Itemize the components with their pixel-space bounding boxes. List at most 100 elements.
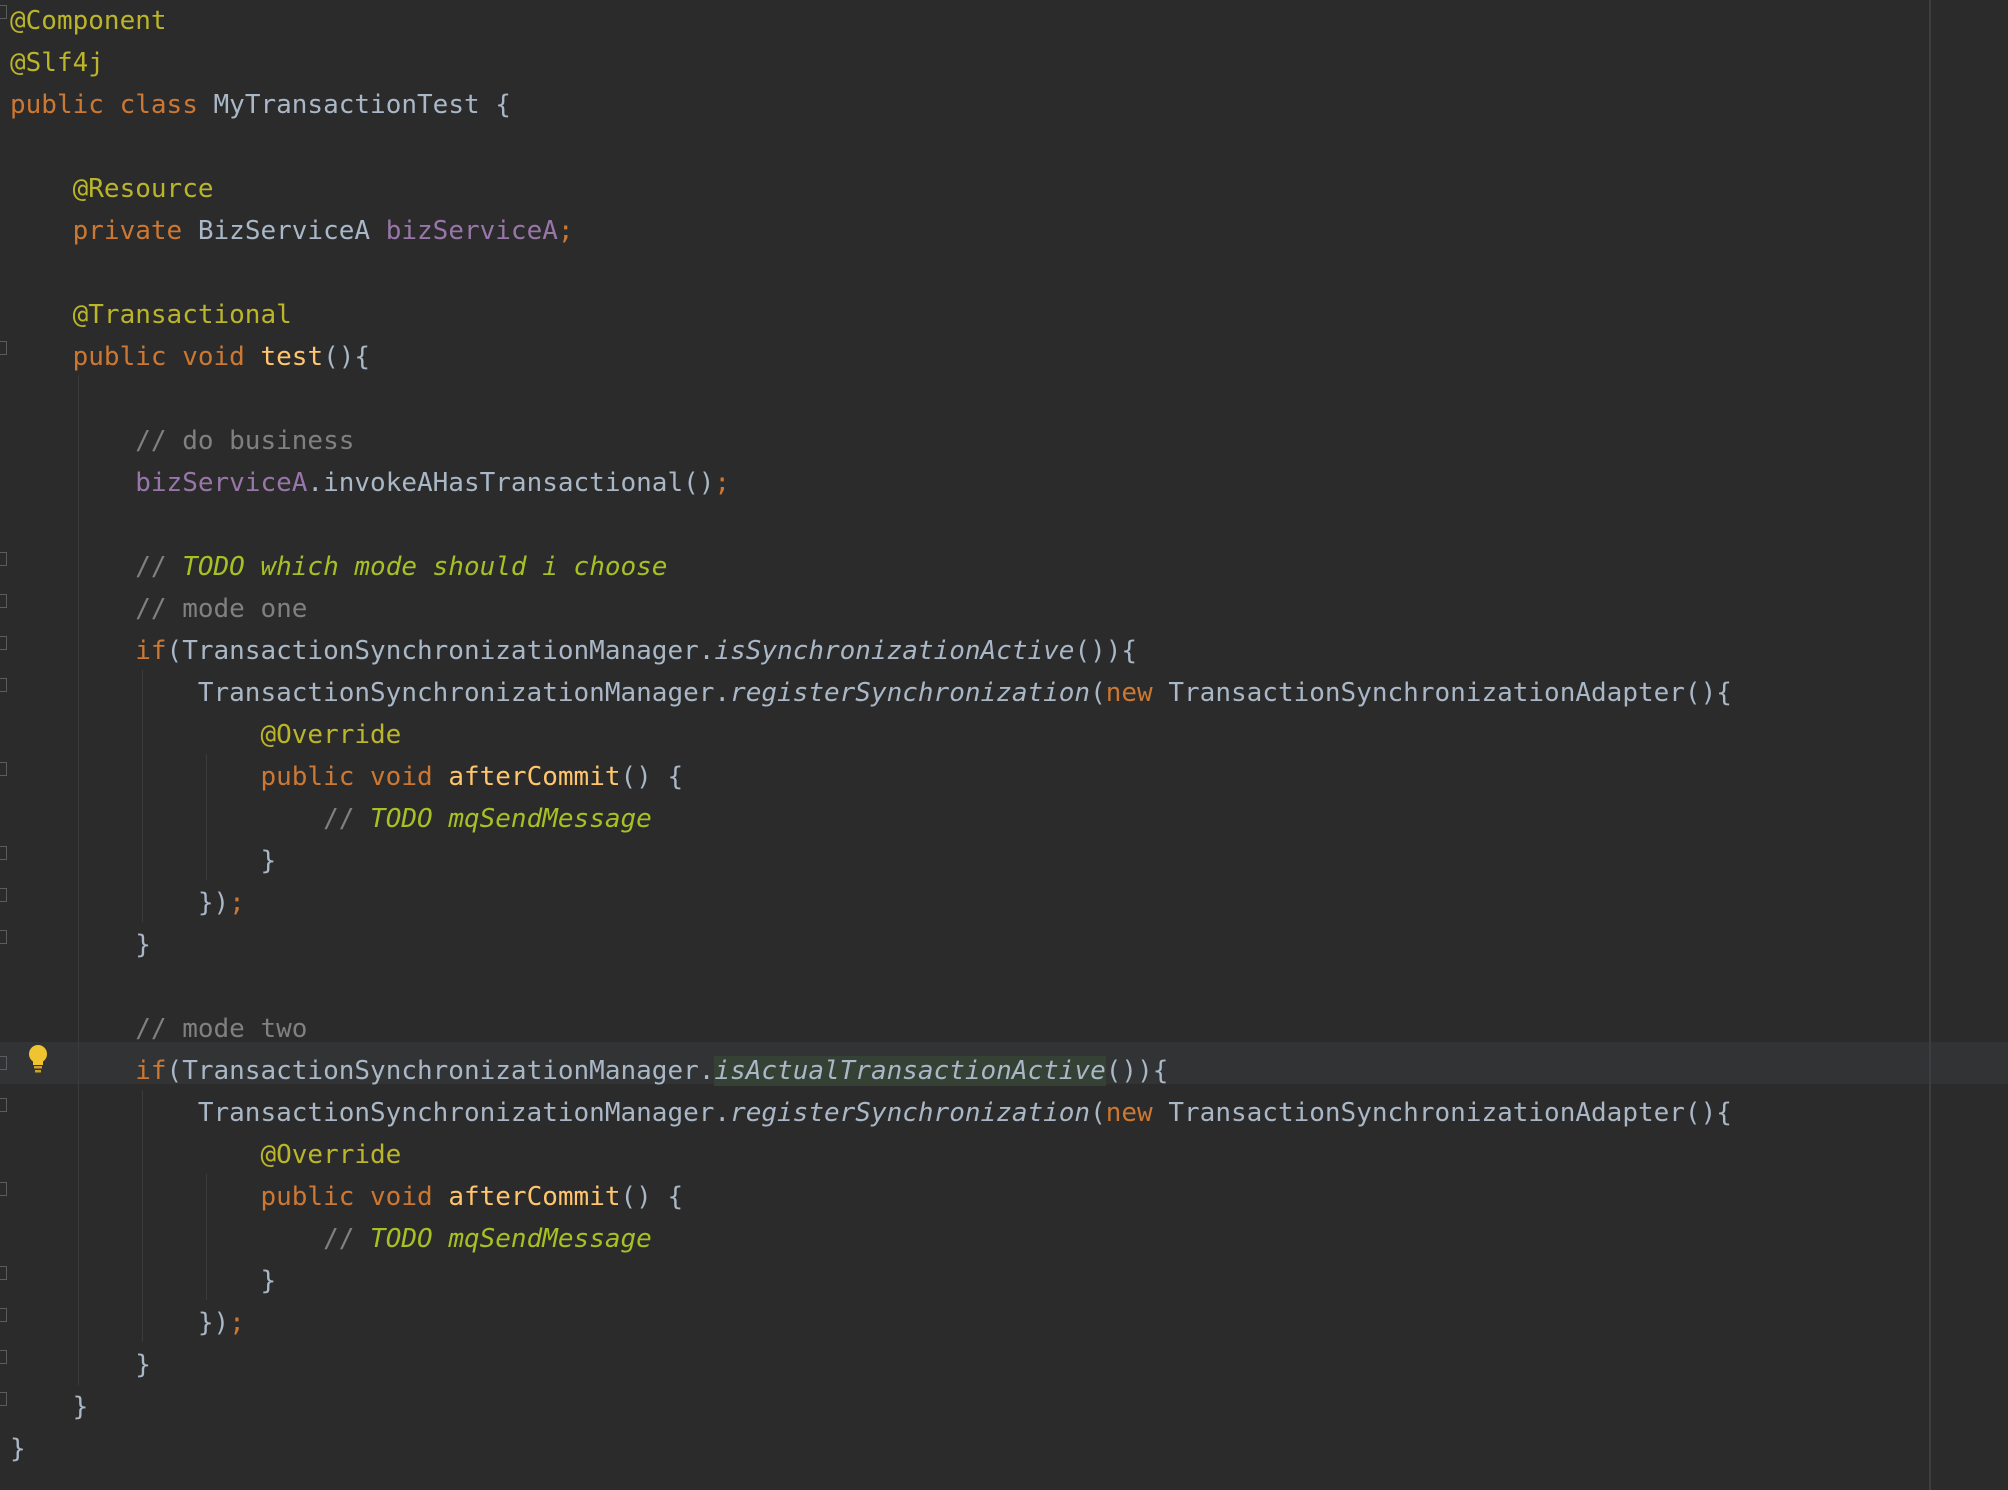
code-token: } bbox=[10, 1266, 277, 1296]
code-token: }) bbox=[10, 1308, 230, 1338]
code-line[interactable]: public void test(){ bbox=[10, 336, 1920, 378]
code-token: ; bbox=[229, 1308, 245, 1338]
code-token: ( bbox=[1090, 678, 1106, 708]
code-token: registerSynchronization bbox=[730, 1098, 1091, 1128]
code-token: } bbox=[10, 846, 277, 876]
code-line[interactable]: // mode one bbox=[10, 588, 1920, 630]
code-line[interactable]: // TODO mqSendMessage bbox=[10, 798, 1920, 840]
code-line[interactable]: // TODO mqSendMessage bbox=[10, 1218, 1920, 1260]
code-line[interactable]: @Slf4j bbox=[10, 42, 1920, 84]
code-line[interactable]: }); bbox=[10, 1302, 1920, 1344]
fold-marker-icon[interactable] bbox=[0, 1308, 7, 1322]
code-token: TransactionSynchronizationManager. bbox=[10, 678, 731, 708]
code-line[interactable]: @Override bbox=[10, 1134, 1920, 1176]
code-token: TODO which mode should i choose bbox=[182, 552, 668, 582]
fold-marker-icon[interactable] bbox=[0, 678, 7, 692]
fold-marker-icon[interactable] bbox=[0, 1266, 7, 1280]
code-token: .invokeAHasTransactional() bbox=[307, 468, 715, 498]
code-token: @Override bbox=[260, 1140, 402, 1170]
code-line[interactable]: public void afterCommit() { bbox=[10, 1176, 1920, 1218]
code-line[interactable] bbox=[10, 966, 1920, 1008]
code-line[interactable] bbox=[10, 126, 1920, 168]
fold-marker-icon[interactable] bbox=[0, 1182, 7, 1196]
code-token: ; bbox=[229, 888, 245, 918]
code-token: // mode two bbox=[135, 1014, 308, 1044]
code-line[interactable]: } bbox=[10, 924, 1920, 966]
code-line[interactable]: private BizServiceA bizServiceA; bbox=[10, 210, 1920, 252]
code-token: TransactionSynchronizationAdapter(){ bbox=[1152, 678, 1732, 708]
code-line[interactable]: public void afterCommit() { bbox=[10, 756, 1920, 798]
code-token: new bbox=[1105, 678, 1153, 708]
code-line[interactable] bbox=[10, 252, 1920, 294]
code-line[interactable] bbox=[10, 378, 1920, 420]
code-line[interactable]: } bbox=[10, 1428, 1920, 1470]
fold-marker-icon[interactable] bbox=[0, 636, 7, 650]
code-line[interactable]: // TODO which mode should i choose bbox=[10, 546, 1920, 588]
code-line[interactable]: } bbox=[10, 1386, 1920, 1428]
code-token: } bbox=[10, 1392, 89, 1422]
code-line[interactable] bbox=[10, 504, 1920, 546]
code-line[interactable]: } bbox=[10, 1344, 1920, 1386]
fold-marker-icon[interactable] bbox=[0, 594, 7, 608]
code-token: } bbox=[10, 1434, 26, 1464]
fold-marker-icon[interactable] bbox=[0, 1098, 7, 1112]
code-line[interactable]: TransactionSynchronizationManager.regist… bbox=[10, 1092, 1920, 1134]
code-token: (TransactionSynchronizationManager. bbox=[166, 636, 715, 666]
code-token: public bbox=[10, 90, 104, 120]
code-line[interactable]: @Override bbox=[10, 714, 1920, 756]
code-line[interactable]: // do business bbox=[10, 420, 1920, 462]
code-line[interactable]: @Transactional bbox=[10, 294, 1920, 336]
code-line-current[interactable]: if(TransactionSynchronizationManager.isA… bbox=[10, 1050, 1920, 1092]
code-token: // do business bbox=[135, 426, 355, 456]
fold-marker-icon[interactable] bbox=[0, 1350, 7, 1364]
code-token: ; bbox=[714, 468, 731, 498]
code-token: // bbox=[135, 552, 183, 582]
code-text-area[interactable]: @Component @Slf4j public class MyTransacti… bbox=[10, 0, 1920, 1470]
code-token: ; bbox=[557, 216, 574, 246]
fold-marker-icon[interactable] bbox=[0, 5, 7, 19]
code-line[interactable]: } bbox=[10, 840, 1920, 882]
fold-marker-icon[interactable] bbox=[0, 1392, 7, 1406]
code-line[interactable]: if(TransactionSynchronizationManager.isS… bbox=[10, 630, 1920, 672]
code-token: ( bbox=[1090, 1098, 1106, 1128]
code-token: } bbox=[10, 1350, 151, 1380]
code-token: () { bbox=[620, 762, 684, 792]
code-token: private bbox=[72, 216, 183, 246]
code-line[interactable]: bizServiceA.invokeAHasTransactional(); bbox=[10, 462, 1920, 504]
code-line[interactable]: @Component bbox=[10, 0, 1920, 42]
fold-marker-icon[interactable] bbox=[0, 552, 7, 566]
fold-marker-icon[interactable] bbox=[0, 930, 7, 944]
code-editor[interactable]: @Component @Slf4j public class MyTransacti… bbox=[0, 0, 2008, 1490]
code-line[interactable]: TransactionSynchronizationManager.regist… bbox=[10, 672, 1920, 714]
code-line[interactable]: @Resource bbox=[10, 168, 1920, 210]
code-line[interactable]: }); bbox=[10, 882, 1920, 924]
fold-marker-icon[interactable] bbox=[0, 762, 7, 776]
right-margin-guide bbox=[1929, 0, 1931, 1490]
code-token: public bbox=[72, 342, 167, 372]
fold-marker-icon[interactable] bbox=[0, 888, 7, 902]
code-line[interactable]: // mode two bbox=[10, 1008, 1920, 1050]
fold-marker-icon[interactable] bbox=[0, 1056, 7, 1070]
code-token: // mode one bbox=[135, 594, 308, 624]
fold-marker-icon[interactable] bbox=[0, 341, 7, 355]
code-line[interactable]: public class MyTransactionTest { bbox=[10, 84, 1920, 126]
editor-gutter[interactable] bbox=[0, 0, 8, 1490]
code-line[interactable]: } bbox=[10, 1260, 1920, 1302]
fold-marker-icon[interactable] bbox=[0, 846, 7, 860]
